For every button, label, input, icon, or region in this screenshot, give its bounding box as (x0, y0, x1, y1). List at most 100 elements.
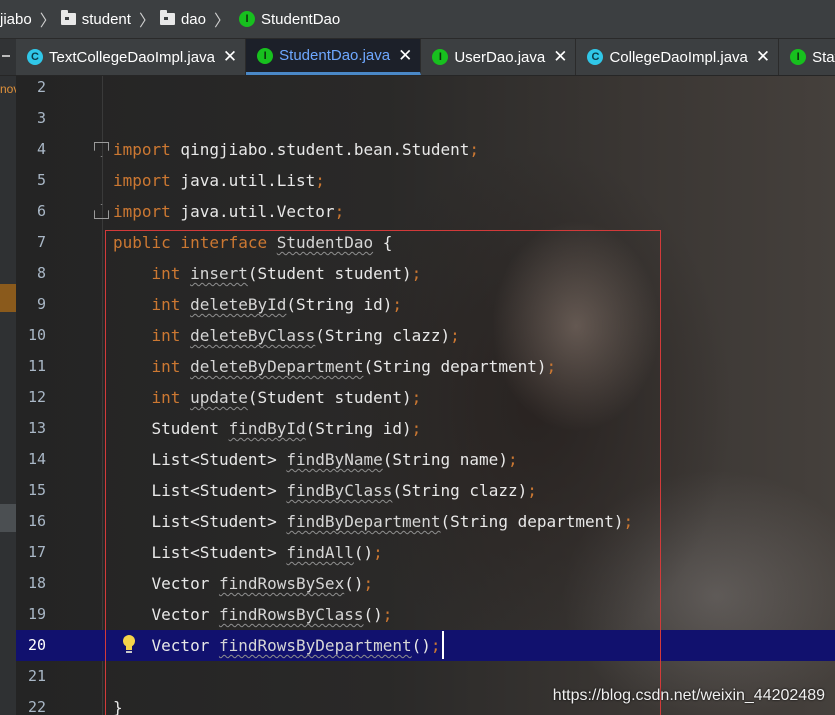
keyword: int (151, 264, 191, 283)
code-line[interactable]: 16 List<Student> findByDepartment(String… (16, 506, 835, 537)
tabs-container: C TextCollegeDaoImpl.java ✕ I StudentDao.jav… (16, 39, 835, 75)
code-text: List<Student> findByName(String name); (113, 444, 518, 475)
line-number: 14 (27, 450, 46, 468)
fold-open-icon[interactable] (94, 142, 109, 157)
code-line[interactable]: 14 List<Student> findByName(String name)… (16, 444, 835, 475)
tab-collegedaoimpl-java[interactable]: C CollegeDaoImpl.java ✕ (576, 39, 780, 75)
class-icon: C (27, 49, 43, 65)
close-icon[interactable]: ✕ (223, 47, 237, 67)
line-number: 8 (36, 264, 46, 282)
code-line[interactable]: 7 public interface StudentDao { (16, 227, 835, 258)
code-line[interactable]: 17 List<Student> findAll(); (16, 537, 835, 568)
tool-window-marker[interactable] (0, 284, 16, 312)
code-token: (String id) (305, 419, 412, 438)
line-number: 13 (27, 419, 46, 437)
close-icon[interactable]: ✕ (756, 47, 770, 67)
line-number: 2 (36, 78, 46, 96)
method-name: findAll (286, 543, 354, 562)
code-line[interactable]: 15 List<Student> findByClass(String claz… (16, 475, 835, 506)
code-token: List<Student> (113, 481, 287, 500)
breadcrumb-label: jiabo (0, 10, 32, 28)
breadcrumb-chevron-icon: 〉 (213, 13, 230, 30)
line-number: 15 (27, 481, 46, 499)
method-name: findRowsByDepartment (218, 636, 412, 655)
code-line[interactable]: 20 Vector findRowsByDepartment(); (16, 630, 835, 661)
code-line[interactable]: 5 import java.util.List; (16, 165, 835, 196)
code-text: int deleteByClass(String clazz); (113, 320, 460, 351)
method-name: deleteByDepartment (190, 357, 364, 376)
tab-label: StudentDao.java (279, 47, 391, 64)
fold-close-icon[interactable] (94, 204, 109, 219)
tab-studentdao-java[interactable]: I StudentDao.java ✕ (246, 39, 422, 75)
code-line[interactable]: 9 int deleteById(String id); (16, 289, 835, 320)
close-icon[interactable]: ✕ (553, 47, 567, 67)
method-name: findByDepartment (286, 512, 441, 531)
code-line[interactable]: 4 import qingjiabo.student.bean.Student; (16, 134, 835, 165)
keyword: int (151, 326, 191, 345)
line-number: 16 (27, 512, 46, 530)
tab-statusd[interactable]: I StatusD (779, 39, 835, 75)
line-number: 21 (27, 667, 46, 685)
tab-userdao-java[interactable]: I UserDao.java ✕ (421, 39, 577, 75)
keyword: int (151, 357, 191, 376)
line-number: 18 (27, 574, 46, 592)
code-token: Vector (113, 605, 219, 624)
code-token: } (113, 698, 123, 715)
code-token: (String department) (440, 512, 624, 531)
code-token: ; (623, 512, 634, 531)
watermark: https://blog.csdn.net/weixin_44202489 (552, 687, 825, 704)
line-number: 5 (36, 171, 46, 189)
code-token: ; (450, 326, 460, 345)
breadcrumb-item-student[interactable]: student (60, 10, 131, 28)
method-name: findRowsBySex (218, 574, 345, 593)
lightbulb-icon[interactable] (122, 634, 136, 656)
code-editor[interactable]: 2 3 4 import qingjiabo.student.bean.Student… (16, 76, 835, 715)
code-line[interactable]: 10 int deleteByClass(String clazz); (16, 320, 835, 351)
code-token: ; (546, 357, 557, 376)
code-line[interactable]: 11 int deleteByDepartment(String departm… (16, 351, 835, 382)
tool-window-marker[interactable] (0, 504, 16, 532)
method-name: findByClass (286, 481, 393, 500)
breadcrumb-label: student (81, 10, 131, 28)
code-line[interactable]: 12 int update(Student student); (16, 382, 835, 413)
code-line[interactable]: 8 int insert(Student student); (16, 258, 835, 289)
tab-textcollegedaoimpl-java[interactable]: C TextCollegeDaoImpl.java ✕ (16, 39, 247, 75)
breadcrumb-item-studentdao[interactable]: I StudentDao (235, 11, 340, 28)
code-token: ; (392, 295, 402, 314)
code-line[interactable]: 13 Student findById(String id); (16, 413, 835, 444)
interface-icon: I (790, 49, 807, 65)
code-line[interactable]: 6 import java.util.Vector; (16, 196, 835, 227)
code-token: (String department) (363, 357, 547, 376)
code-text: List<Student> findByClass(String clazz); (113, 475, 537, 506)
code-line[interactable]: 19 Vector findRowsByClass(); (16, 599, 835, 630)
code-token: (Student student) (247, 264, 412, 283)
code-text: import java.util.Vector; (113, 196, 344, 227)
code-token: ; (373, 543, 383, 562)
tab-label: TextCollegeDaoImpl.java (49, 48, 215, 66)
code-line[interactable]: 18 Vector findRowsBySex(); (16, 568, 835, 599)
method-name: findById (228, 419, 306, 438)
breadcrumb-item-jiabo[interactable]: jiabo (0, 11, 32, 28)
tab-overflow-icon[interactable] (0, 39, 16, 75)
code-text: } (113, 692, 123, 715)
line-number: 6 (36, 202, 46, 220)
code-line[interactable]: 3 (16, 103, 835, 134)
tool-window-label: nov (0, 82, 16, 96)
code-text: Vector findRowsByDepartment(); (113, 630, 441, 661)
line-number: 12 (27, 388, 46, 406)
code-text: int deleteById(String id); (113, 289, 402, 320)
keyword: import (113, 202, 171, 221)
code-token: ; (315, 171, 325, 190)
breadcrumb-item-dao[interactable]: dao (159, 10, 206, 28)
close-icon[interactable]: ✕ (398, 46, 412, 66)
code-token: ; (363, 574, 374, 593)
folder-icon (60, 10, 76, 25)
code-token: (String id) (286, 295, 393, 314)
code-line[interactable]: 2 (16, 76, 835, 103)
code-token: (String name) (382, 450, 508, 469)
code-token: ; (334, 202, 345, 221)
keyword: int (151, 295, 191, 314)
code-token: ; (430, 636, 441, 655)
interface-icon: I (432, 49, 449, 65)
